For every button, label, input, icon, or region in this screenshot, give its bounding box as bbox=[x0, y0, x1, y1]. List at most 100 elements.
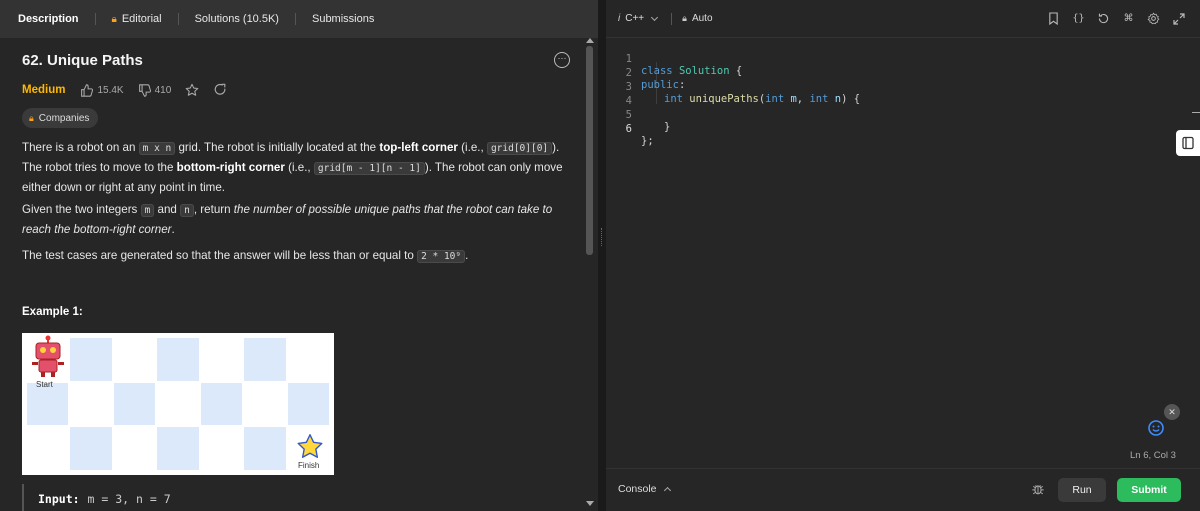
run-button[interactable]: Run bbox=[1058, 478, 1106, 502]
chat-smile-icon bbox=[1148, 420, 1164, 436]
grid-cell bbox=[112, 337, 157, 382]
scroll-up-icon[interactable] bbox=[586, 38, 594, 43]
grid-cell bbox=[69, 381, 113, 427]
grid-cell bbox=[243, 381, 287, 427]
language-prefix: i bbox=[618, 13, 621, 24]
drag-handle-icon[interactable] bbox=[601, 228, 603, 246]
side-panel-toggle[interactable] bbox=[1176, 130, 1200, 156]
thumbs-up-icon bbox=[81, 83, 94, 97]
problem-title[interactable]: 62. Unique Paths bbox=[22, 52, 143, 69]
expand-icon[interactable] bbox=[1171, 11, 1186, 26]
code-braces-icon[interactable]: {} bbox=[1071, 11, 1086, 26]
close-icon[interactable]: ✕ bbox=[1164, 404, 1180, 420]
feedback-button[interactable] bbox=[1146, 418, 1166, 438]
code-line[interactable]: 5 } bbox=[606, 97, 1176, 133]
finish-label: Finish bbox=[298, 461, 320, 470]
editor-bottom-bar: Console Run Submit bbox=[606, 468, 1200, 511]
tab-divider bbox=[294, 13, 296, 25]
grid-cell bbox=[112, 426, 157, 471]
example-grid-image: Start Finish bbox=[22, 333, 334, 475]
description-paragraph-1: There is a robot on an m x n grid. The r… bbox=[22, 141, 563, 194]
lock-icon: 🔒︎ bbox=[682, 13, 687, 23]
grid-cell bbox=[156, 381, 200, 427]
like-count: 15.4K bbox=[97, 84, 124, 96]
description-panel: Description 🔒︎ Editorial Solutions (10.5K… bbox=[0, 0, 598, 511]
code-line[interactable]: 2 public: bbox=[606, 55, 1176, 91]
grid-cell bbox=[69, 426, 113, 471]
tab-submissions-label: Submissions bbox=[311, 13, 375, 25]
language-select[interactable]: i C++ bbox=[618, 13, 659, 24]
favorite-star-icon[interactable] bbox=[185, 83, 199, 97]
grid-cell bbox=[156, 426, 200, 471]
companies-label: Companies bbox=[38, 112, 90, 124]
grid-cell bbox=[69, 337, 113, 382]
line-number: 6 bbox=[625, 123, 632, 135]
like-button[interactable]: 15.4K bbox=[80, 83, 124, 97]
auto-mode-toggle[interactable]: 🔒︎ Auto bbox=[682, 13, 712, 24]
editor-header: i C++ 🔒︎ Auto {} ⌘ bbox=[606, 0, 1200, 38]
grid-cell bbox=[199, 337, 244, 382]
console-label: Console bbox=[618, 483, 657, 495]
grid-cell bbox=[112, 381, 157, 427]
problem-tabs: Description 🔒︎ Editorial Solutions (10.5K… bbox=[0, 0, 598, 38]
code-line[interactable]: 1 class Solution { bbox=[606, 41, 1176, 77]
difficulty-badge: Medium bbox=[22, 84, 66, 96]
scroll-down-icon[interactable] bbox=[586, 501, 594, 506]
tab-solutions-label: Solutions (10.5K) bbox=[194, 13, 279, 25]
grid-cell bbox=[286, 381, 330, 427]
reset-icon[interactable] bbox=[1096, 11, 1111, 26]
tab-divider bbox=[177, 13, 179, 25]
grid-cell bbox=[286, 337, 330, 382]
dislike-button[interactable]: 410 bbox=[138, 83, 172, 97]
code-line[interactable]: 4 bbox=[606, 83, 1176, 107]
companies-tag[interactable]: 🔒︎ Companies bbox=[22, 108, 99, 128]
input-label: Input: bbox=[38, 492, 80, 506]
dislike-count: 410 bbox=[154, 84, 172, 96]
editor-panel: i C++ 🔒︎ Auto {} ⌘ 1 class Solution { 2 … bbox=[606, 0, 1200, 511]
notes-icon bbox=[1182, 136, 1194, 150]
more-options-icon[interactable]: ··· bbox=[554, 52, 570, 68]
finish-star-icon bbox=[297, 434, 323, 458]
robot-icon bbox=[32, 335, 64, 377]
example-input: Input: m = 3, n = 7 bbox=[22, 484, 562, 511]
code-line[interactable]: 6 }; bbox=[606, 111, 1176, 147]
command-icon[interactable]: ⌘ bbox=[1121, 11, 1136, 26]
grid-cell bbox=[156, 337, 200, 382]
tab-editorial[interactable]: 🔒︎ Editorial bbox=[104, 0, 170, 38]
description-scrollbar[interactable] bbox=[585, 38, 594, 511]
tab-divider bbox=[94, 13, 96, 25]
chevron-down-icon bbox=[651, 13, 659, 21]
panel-splitter[interactable] bbox=[598, 0, 606, 511]
grid-cell bbox=[243, 337, 287, 382]
header-divider bbox=[671, 12, 673, 25]
problem-meta: Medium 15.4K 410 bbox=[22, 81, 241, 99]
grid-cell bbox=[243, 426, 287, 471]
description-paragraph-2: Given the two integers m and n, return t… bbox=[22, 203, 553, 236]
grid-cell bbox=[199, 426, 244, 471]
language-label: C++ bbox=[625, 13, 645, 24]
settings-icon[interactable] bbox=[1146, 11, 1161, 26]
editor-toolbar: {} ⌘ bbox=[1046, 11, 1186, 26]
code-line[interactable]: 3 int uniquePaths(int m, int n) { bbox=[606, 69, 1176, 105]
example-title: Example 1: bbox=[22, 306, 83, 318]
grid-cell bbox=[199, 381, 244, 427]
tab-description[interactable]: Description bbox=[10, 0, 87, 38]
tab-solutions[interactable]: Solutions (10.5K) bbox=[187, 0, 287, 38]
bug-icon bbox=[1032, 485, 1044, 495]
tab-editorial-label: Editorial bbox=[121, 13, 162, 25]
debug-button[interactable] bbox=[1030, 481, 1046, 497]
thumbs-down-icon bbox=[138, 83, 151, 97]
submit-button[interactable]: Submit bbox=[1117, 478, 1181, 502]
tab-submissions[interactable]: Submissions bbox=[304, 0, 382, 38]
scroll-thumb[interactable] bbox=[586, 46, 593, 255]
cursor-position: Ln 6, Col 3 bbox=[1130, 450, 1176, 461]
lock-icon: 🔒︎ bbox=[111, 13, 117, 25]
code-editor[interactable]: 1 class Solution { 2 public: 3 int uniqu… bbox=[606, 38, 1176, 458]
share-icon[interactable] bbox=[213, 83, 227, 97]
bookmark-icon[interactable] bbox=[1046, 11, 1061, 26]
description-paragraph-3: The test cases are generated so that the… bbox=[22, 249, 469, 263]
auto-mode-label: Auto bbox=[691, 13, 713, 24]
scroll-mark bbox=[1192, 112, 1200, 113]
tab-description-label: Description bbox=[18, 13, 79, 25]
console-toggle[interactable]: Console bbox=[618, 483, 671, 495]
